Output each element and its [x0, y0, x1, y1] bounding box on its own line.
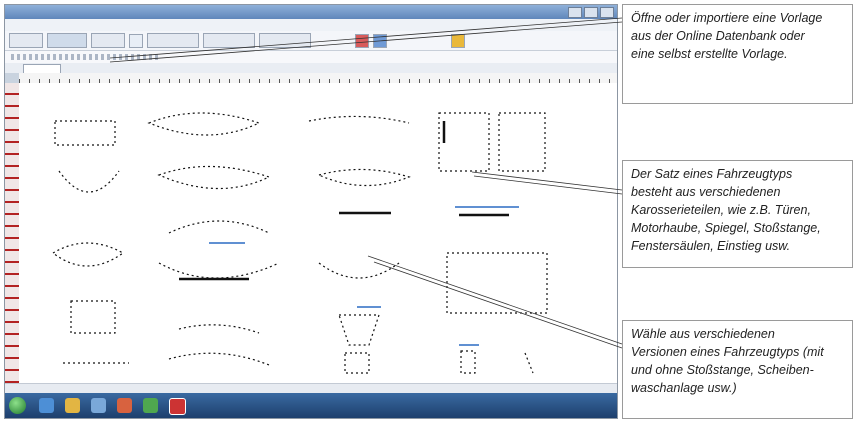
callout-open-template: Öffne oder importiere eine Vorlage aus d…: [622, 4, 853, 104]
app-screenshot: ​: [4, 4, 618, 419]
close-button[interactable]: [600, 7, 614, 18]
template-part: [51, 242, 125, 267]
template-canvas[interactable]: [19, 83, 617, 383]
template-part: [168, 352, 270, 366]
template-part: [338, 314, 380, 346]
template-part: [70, 300, 116, 334]
callout-text: Der Satz eines Fahrzeugtyps besteht aus …: [631, 167, 821, 253]
car-part-templates: [51, 112, 548, 374]
horizontal-ruler: [19, 73, 617, 83]
plot-icon[interactable]: [373, 33, 387, 48]
toolbar-icon[interactable]: [129, 33, 143, 48]
minimize-button[interactable]: [568, 7, 582, 18]
window-controls: [568, 7, 614, 18]
template-part: [498, 112, 546, 172]
template-part: [446, 252, 548, 314]
folder-icon[interactable]: [65, 398, 80, 413]
toolbar-button[interactable]: [203, 33, 255, 48]
maximize-button[interactable]: [584, 7, 598, 18]
template-part: [157, 165, 271, 190]
toolbar-button-open-template[interactable]: [47, 33, 87, 48]
windows-taskbar: [5, 393, 617, 418]
template-part: [438, 112, 490, 172]
toolbar-button[interactable]: [259, 33, 311, 48]
template-part: [524, 352, 534, 374]
tab-document[interactable]: [23, 64, 61, 73]
template-part: [460, 350, 476, 374]
toolbar-button-import[interactable]: [91, 33, 125, 48]
template-part: [158, 262, 280, 279]
browser-icon[interactable]: [39, 398, 54, 413]
template-part: [168, 220, 270, 234]
cutting-app-icon[interactable]: [169, 398, 186, 415]
callout-vehicle-versions: Wähle aus verschiedenen Versionen eines …: [622, 320, 853, 419]
callout-vehicle-parts: Der Satz eines Fahrzeugtyps besteht aus …: [622, 160, 853, 268]
start-button[interactable]: [9, 397, 26, 414]
vertical-ruler: [5, 83, 19, 383]
folder-icon[interactable]: [451, 33, 465, 48]
template-part: [147, 112, 261, 136]
template-part: [318, 262, 400, 279]
main-toolbar: [5, 31, 617, 51]
document-tabs: [5, 63, 617, 73]
callout-text: Wähle aus verschiedenen Versionen eines …: [631, 327, 824, 395]
template-part: [344, 352, 370, 374]
app-icon[interactable]: [143, 398, 158, 413]
menu-bar: ​: [5, 19, 617, 31]
callout-text: Öffne oder importiere eine Vorlage aus d…: [631, 11, 823, 61]
cut-icon[interactable]: [355, 33, 369, 48]
template-part: [308, 115, 410, 124]
template-part: [58, 170, 120, 193]
window-title-bar: [5, 5, 617, 19]
media-icon[interactable]: [91, 398, 106, 413]
template-part: [54, 120, 116, 146]
toolbar-button-new[interactable]: [9, 33, 43, 48]
template-part: [178, 324, 260, 334]
toolbar-button[interactable]: [147, 33, 199, 48]
template-part: [317, 168, 411, 187]
app-icon[interactable]: [117, 398, 132, 413]
